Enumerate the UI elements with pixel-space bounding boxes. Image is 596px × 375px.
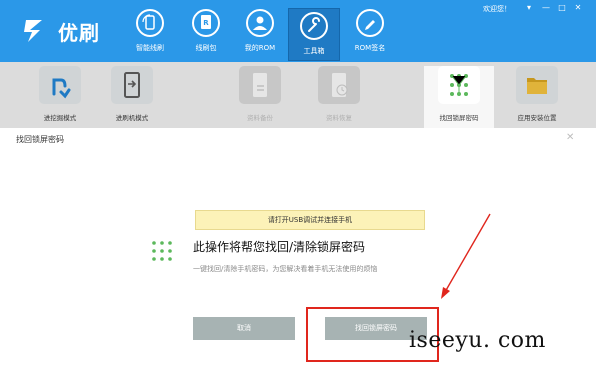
- nav-label: 线刷包: [195, 44, 217, 52]
- toolbox-strip: 进挖掘模式 进刷机模式 资料备份 资料恢复 找回锁屏密码 应用安装位置: [0, 62, 596, 128]
- phone-refresh-icon: [136, 9, 164, 37]
- dialog-heading: 此操作将帮您找回/清除锁屏密码: [193, 240, 366, 254]
- dig-icon: [39, 66, 81, 104]
- tool-retrieve-lock-password[interactable]: 找回锁屏密码: [424, 66, 494, 128]
- nav-label: ROM签名: [354, 44, 386, 52]
- tool-app-install-location[interactable]: 应用安装位置: [502, 66, 572, 128]
- pattern-lock-icon: [438, 66, 480, 104]
- tool-label: 进挖掘模式: [43, 114, 77, 122]
- tool-flash-mode[interactable]: 进刷机模式: [97, 66, 167, 128]
- backup-icon: [239, 66, 281, 104]
- app-name: 优刷: [58, 21, 100, 45]
- welcome-text: 欢迎您！: [483, 5, 511, 13]
- tool-label: 资料备份: [247, 114, 273, 122]
- rom-file-icon: R: [192, 9, 220, 37]
- tool-label: 应用安装位置: [517, 114, 557, 122]
- wrench-icon: [300, 12, 328, 40]
- watermark: iseeyu. com: [409, 328, 546, 353]
- tool-restore[interactable]: 资料恢复: [304, 66, 374, 128]
- dialog-close-icon[interactable]: ✕: [566, 132, 574, 143]
- user-menu-icon[interactable]: ▾: [523, 3, 535, 13]
- tool-label: 进刷机模式: [115, 114, 149, 122]
- folder-icon: [516, 66, 558, 104]
- nav-label: 工具箱: [303, 47, 325, 55]
- pen-icon: [356, 9, 384, 37]
- tool-dig-mode[interactable]: 进挖掘模式: [25, 66, 95, 128]
- dialog-title: 找回锁屏密码: [16, 135, 64, 144]
- maximize-icon[interactable]: □: [556, 3, 568, 13]
- cancel-button[interactable]: 取消: [193, 317, 295, 340]
- nav-my-rom[interactable]: 我的ROM: [234, 9, 286, 59]
- top-bar: 优刷 智能线刷 R 线刷包 我的ROM 工具箱 ROM签名 欢迎您！ ▾ — □…: [0, 0, 596, 62]
- nav-toolbox[interactable]: 工具箱: [288, 8, 340, 61]
- flash-mode-icon: [111, 66, 153, 104]
- usb-debug-notice: 请打开USB调试并连接手机: [195, 210, 425, 230]
- svg-text:R: R: [203, 19, 209, 27]
- tool-label: 找回锁屏密码: [439, 114, 479, 122]
- nav-label: 智能线刷: [136, 44, 164, 52]
- window-close-icon[interactable]: ✕: [572, 3, 584, 13]
- nav-flash-package[interactable]: R 线刷包: [180, 9, 232, 59]
- nav-smart-flash[interactable]: 智能线刷: [124, 9, 176, 59]
- app-logo-icon: [24, 20, 42, 42]
- user-icon: [246, 9, 274, 37]
- restore-icon: [318, 66, 360, 104]
- dialog-description: 一键找回/清除手机密码，为您解决看着手机无法使用的烦恼: [193, 265, 378, 273]
- tool-label: 资料恢复: [326, 114, 352, 122]
- nav-label: 我的ROM: [244, 44, 276, 52]
- pattern-lock-icon: [152, 241, 172, 261]
- nav-rom-sign[interactable]: ROM签名: [344, 9, 396, 59]
- tool-backup[interactable]: 资料备份: [225, 66, 295, 128]
- minimize-icon[interactable]: —: [540, 3, 552, 13]
